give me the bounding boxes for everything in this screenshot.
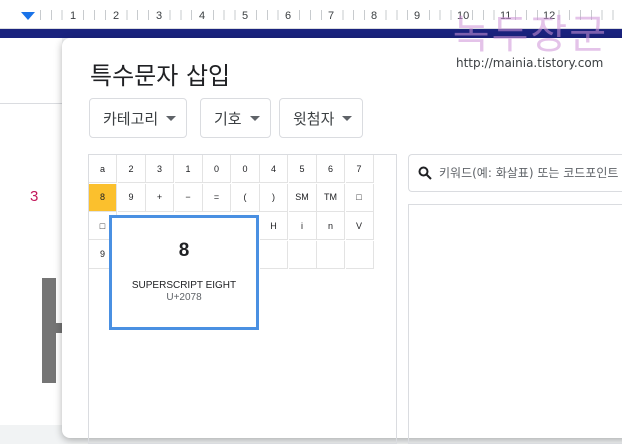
character-cell[interactable]: 8 (89, 183, 117, 212)
character-cell[interactable]: 2 (117, 155, 146, 183)
chevron-down-icon (342, 115, 353, 121)
character-cell[interactable]: 0 (203, 155, 231, 183)
character-cell[interactable]: 1 (174, 155, 203, 183)
chevron-down-icon (166, 115, 177, 121)
character-cell[interactable] (288, 240, 317, 269)
character-cell[interactable]: ) (260, 183, 288, 212)
character-cell[interactable] (260, 240, 288, 269)
dialog-title: 특수문자 삽입 (90, 62, 231, 90)
character-cell[interactable]: 9 (117, 183, 146, 212)
character-cell[interactable] (317, 240, 345, 269)
page-divider (0, 103, 62, 104)
chevron-down-icon (249, 115, 260, 121)
ruler-number: 7 (327, 10, 336, 22)
ruler-number: 1 (69, 10, 78, 22)
character-cell[interactable]: TM (317, 183, 345, 212)
page-number: 3 (30, 188, 39, 205)
character-grid: a 2 3 1 0 0 4 5 6 7 8 9 + − =() SM TM □ Hi n V □ 9 8 SUPERSCRI… (88, 154, 397, 444)
superscript-dropdown-label: 윗첨자 (293, 109, 335, 128)
character-cell[interactable]: 4 (260, 155, 288, 183)
character-cell[interactable]: n (317, 212, 345, 240)
character-cell[interactable]: = (203, 183, 231, 212)
document-page: 3 (0, 38, 62, 425)
character-cell[interactable]: 6 (317, 155, 345, 183)
ruler-number: 3 (155, 10, 164, 22)
category-dropdown-label: 카테고리 (103, 109, 159, 128)
preview-name: SUPERSCRIPT EIGHT (131, 280, 237, 291)
category-dropdown[interactable]: 카테고리 (89, 98, 188, 138)
search-icon (413, 161, 437, 185)
character-cell[interactable]: □ (345, 183, 374, 212)
character-preview-popup: 8 SUPERSCRIPT EIGHT U+2078 (109, 215, 259, 330)
ruler-number: 6 (284, 10, 293, 22)
character-cell[interactable]: 7 (345, 155, 374, 183)
symbol-dropdown-label: 기호 (214, 109, 242, 128)
watermark: 녹두장군 http://mainia.tistory.com (448, 0, 622, 72)
ruler-number: 8 (370, 10, 379, 22)
character-cell[interactable]: − (174, 183, 203, 212)
superscript-dropdown[interactable]: 윗첨자 (279, 98, 364, 138)
character-cell[interactable]: 5 (288, 155, 317, 183)
document-image (42, 278, 56, 383)
character-cell[interactable]: 3 (146, 155, 174, 183)
preview-codepoint: U+2078 (166, 292, 202, 303)
ruler-number: 4 (198, 10, 207, 22)
character-cell[interactable]: H (260, 212, 288, 240)
character-cell[interactable]: ( (231, 183, 260, 212)
ruler-number: 5 (241, 10, 250, 22)
character-cell[interactable]: a (89, 155, 117, 183)
ruler-number: 2 (112, 10, 121, 22)
character-cell[interactable]: V (345, 212, 374, 240)
character-cell[interactable]: 0 (231, 155, 260, 183)
symbol-dropdown[interactable]: 기호 (200, 98, 271, 138)
watermark-url: http://mainia.tistory.com (454, 56, 606, 70)
special-characters-dialog: 특수문자 삽입 카테고리 기호 윗첨자 a 2 3 1 0 0 4 5 6 7 8 9 + − =() SM T… (62, 38, 622, 444)
indent-marker-icon[interactable] (21, 12, 35, 20)
drawing-area[interactable] (408, 204, 622, 444)
preview-glyph: 8 (178, 240, 190, 261)
search-box (408, 154, 622, 192)
character-cell[interactable]: i (288, 212, 317, 240)
character-cell[interactable]: SM (288, 183, 317, 212)
search-input[interactable] (437, 165, 622, 181)
watermark-logo: 녹두장군 (452, 12, 608, 58)
character-cell[interactable]: + (146, 183, 174, 212)
character-cell[interactable] (345, 240, 374, 269)
ruler-number: 9 (413, 10, 422, 22)
